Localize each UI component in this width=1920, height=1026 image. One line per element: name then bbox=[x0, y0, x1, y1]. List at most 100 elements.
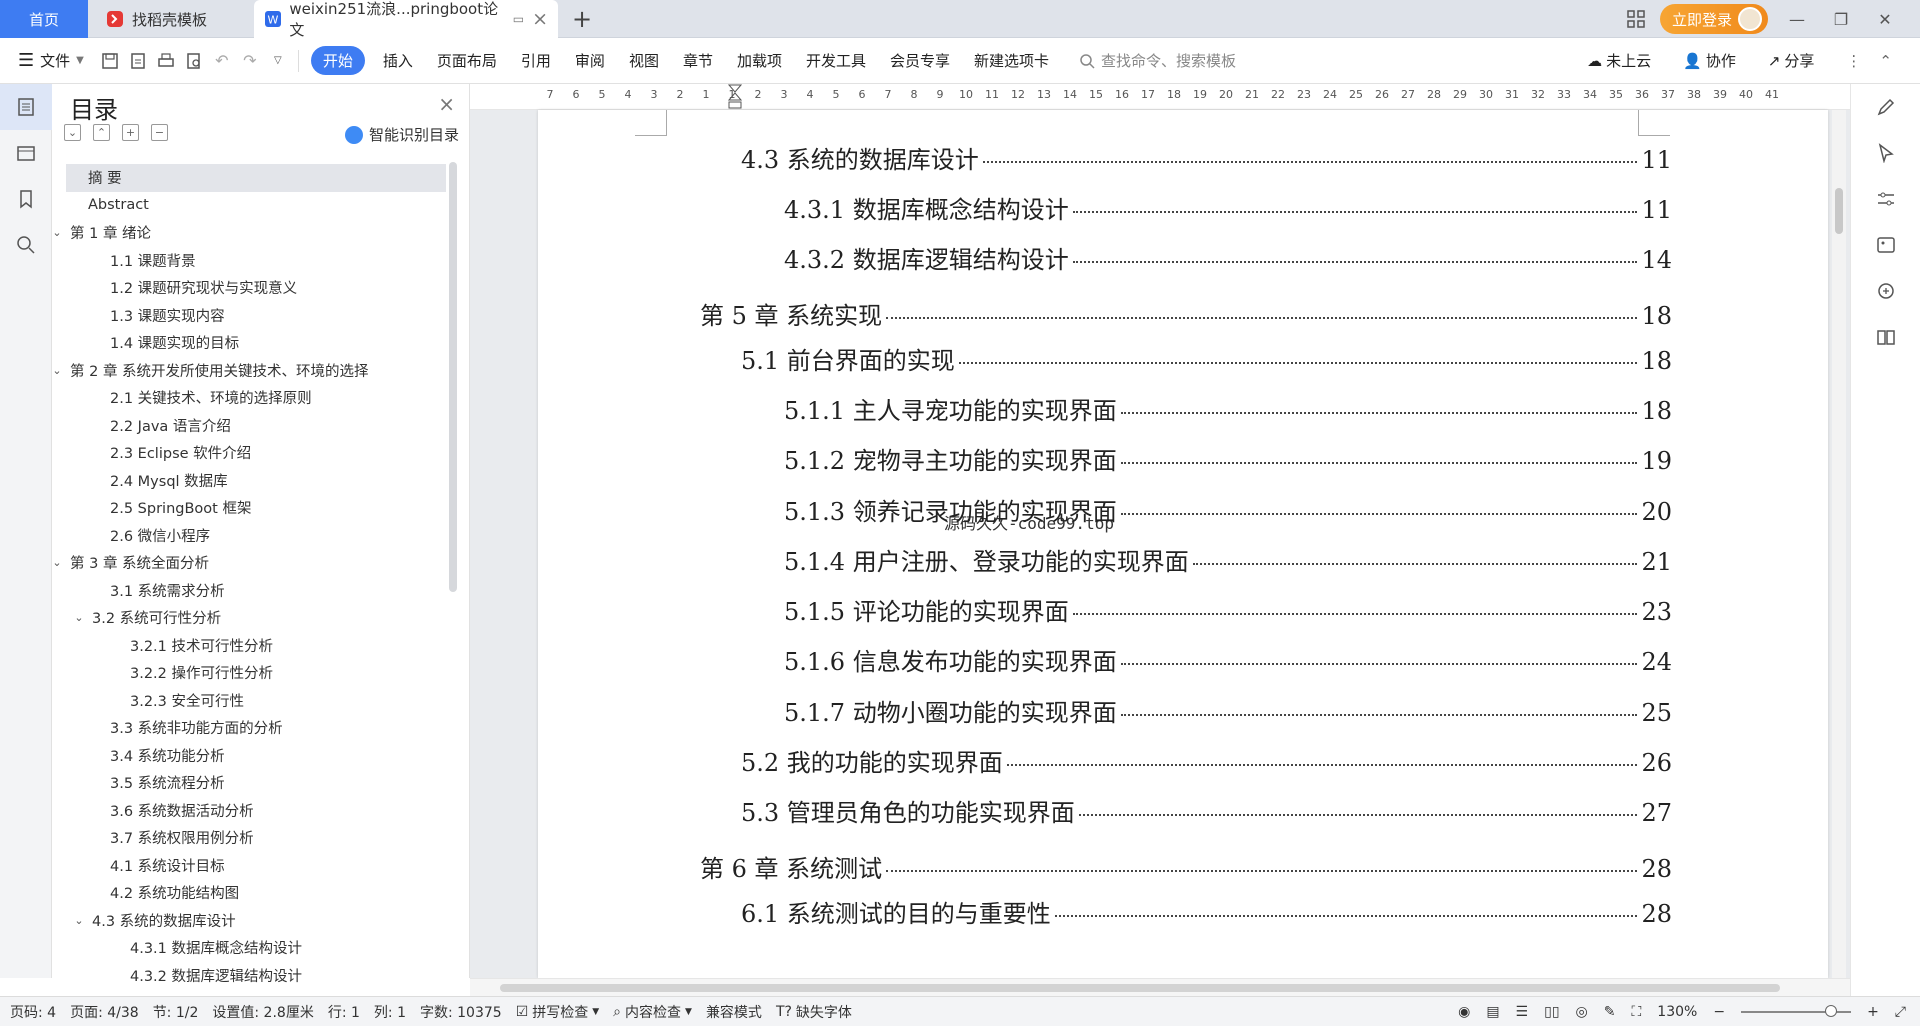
toc-entry[interactable]: 5.1.7 动物小圈功能的实现界面 25 bbox=[784, 693, 1672, 728]
outline-item[interactable]: ⌄ 3.2 系统可行性分析 bbox=[66, 604, 446, 632]
expand-down-icon[interactable]: ⌄ bbox=[64, 124, 81, 141]
login-button[interactable]: 立即登录 bbox=[1659, 4, 1768, 34]
undo-icon[interactable]: ↶ bbox=[208, 47, 236, 75]
outline-item[interactable]: 摘 要 bbox=[66, 164, 446, 192]
menu-new-tab[interactable]: 新建选项卡 bbox=[962, 50, 1061, 71]
outline-item[interactable]: 1.3 课题实现内容 bbox=[66, 302, 446, 330]
expand-chevron-icon[interactable]: ⌄ bbox=[48, 556, 66, 569]
expand-chevron-icon[interactable]: ⌄ bbox=[48, 364, 66, 377]
status-setting[interactable]: 设置值: 2.8厘米 bbox=[212, 1002, 313, 1022]
menu-addins[interactable]: 加载项 bbox=[725, 50, 794, 71]
outline-item[interactable]: 4.3.1 数据库概念结构设计 bbox=[66, 934, 446, 962]
toc-entry[interactable]: 5.1 前台界面的实现 18 bbox=[741, 341, 1672, 376]
menu-insert[interactable]: 插入 bbox=[371, 50, 425, 71]
outline-item[interactable]: ⌄ 第 1 章 绪论 bbox=[52, 219, 446, 247]
select-cursor-icon[interactable] bbox=[1851, 130, 1920, 176]
vertical-scrollbar[interactable] bbox=[1832, 110, 1846, 978]
print-icon[interactable] bbox=[152, 47, 180, 75]
zoom-slider-knob[interactable] bbox=[1825, 1004, 1838, 1017]
expand-chevron-icon[interactable]: ⌄ bbox=[70, 914, 88, 927]
outline-item[interactable]: 3.5 系统流程分析 bbox=[66, 769, 446, 797]
fit-page-icon[interactable]: ⛶ bbox=[1631, 1004, 1641, 1020]
menu-review[interactable]: 审阅 bbox=[563, 50, 617, 71]
outline-item[interactable]: 2.5 SpringBoot 框架 bbox=[66, 494, 446, 522]
outline-item[interactable]: 3.3 系统非功能方面的分析 bbox=[66, 714, 446, 742]
toc-entry[interactable]: 5.3 管理员角色的功能实现界面 27 bbox=[741, 793, 1672, 828]
toc-entry[interactable]: 第 6 章 系统测试 28 bbox=[700, 849, 1672, 884]
outline-nav-icon[interactable] bbox=[0, 84, 52, 130]
new-tab-icon[interactable]: + bbox=[572, 5, 592, 33]
share-button[interactable]: ↗ 分享 bbox=[1768, 50, 1815, 71]
outline-item[interactable]: 3.2.2 操作可行性分析 bbox=[66, 659, 446, 687]
cloud-status[interactable]: ☁ 未上云 bbox=[1587, 50, 1651, 71]
compat-mode[interactable]: 兼容模式 bbox=[706, 1002, 762, 1022]
outline-item[interactable]: 3.2.3 安全可行性 bbox=[66, 687, 446, 715]
toc-entry[interactable]: 第 5 章 系统实现 18 bbox=[700, 296, 1672, 331]
redo-icon[interactable]: ↷ bbox=[236, 47, 264, 75]
add-heading-icon[interactable]: + bbox=[122, 124, 139, 141]
outline-item[interactable]: 4.1 系统设计目标 bbox=[66, 852, 446, 880]
outline-item[interactable]: 2.3 Eclipse 软件介绍 bbox=[66, 439, 446, 467]
collapse-ribbon-icon[interactable]: ⌃ bbox=[1879, 52, 1892, 70]
outline-item[interactable]: ⌄ 4.3 系统的数据库设计 bbox=[66, 907, 446, 935]
expand-chevron-icon[interactable]: ⌄ bbox=[48, 226, 66, 239]
menu-page-layout[interactable]: 页面布局 bbox=[425, 50, 509, 71]
ai-assistant-icon[interactable] bbox=[1851, 268, 1920, 314]
outline-item[interactable]: 1.4 课题实现的目标 bbox=[66, 329, 446, 357]
status-row[interactable]: 行: 1 bbox=[328, 1002, 360, 1022]
toc-entry[interactable]: 5.1.5 评论功能的实现界面 23 bbox=[784, 592, 1672, 627]
save-icon[interactable] bbox=[96, 47, 124, 75]
toc-entry[interactable]: 6.1 系统测试的目的与重要性 28 bbox=[741, 894, 1672, 929]
outline-view-icon[interactable]: ☰ bbox=[1516, 1004, 1529, 1020]
outline-item[interactable]: Abstract bbox=[66, 192, 446, 220]
page-view-icon[interactable]: ▤ bbox=[1486, 1004, 1499, 1020]
tab-home[interactable]: 首页 bbox=[0, 0, 88, 38]
remove-heading-icon[interactable]: − bbox=[151, 124, 168, 141]
toc-entry[interactable]: 5.1.2 宠物寻主功能的实现界面 19 bbox=[784, 441, 1672, 476]
fullscreen-icon[interactable]: ⤢ bbox=[1895, 1004, 1906, 1020]
file-menu[interactable]: ☰ 文件 ▼ bbox=[0, 50, 96, 71]
outline-item[interactable]: 3.7 系统权限用例分析 bbox=[66, 824, 446, 852]
smart-toc-button[interactable]: 智能识别目录 bbox=[344, 124, 459, 145]
document-page[interactable]: 源码久久-code99.top 4.3 系统的数据库设计 11 4.3.1 数据库概… bbox=[538, 110, 1828, 978]
reading-icon[interactable] bbox=[1851, 314, 1920, 360]
status-page-number[interactable]: 页码: 4 bbox=[10, 1002, 56, 1022]
window-close-icon[interactable]: ✕ bbox=[1870, 10, 1900, 29]
more-icon[interactable]: ⋮ bbox=[1846, 52, 1861, 70]
read-view-icon[interactable]: ▯▯ bbox=[1544, 1004, 1559, 1020]
status-word-count[interactable]: 字数: 10375 bbox=[420, 1002, 502, 1022]
menu-section[interactable]: 章节 bbox=[671, 50, 725, 71]
status-col[interactable]: 列: 1 bbox=[374, 1002, 406, 1022]
toc-entry[interactable]: 5.1.3 领养记录功能的实现界面 20 bbox=[784, 492, 1672, 527]
horizontal-scrollbar[interactable] bbox=[470, 978, 1850, 996]
close-icon[interactable]: × bbox=[438, 92, 455, 116]
outline-item[interactable]: ⌄ 第 2 章 系统开发所使用关键技术、环境的选择 bbox=[52, 357, 446, 385]
web-view-icon[interactable]: ◎ bbox=[1576, 1004, 1588, 1020]
print-preview-icon[interactable] bbox=[180, 47, 208, 75]
zoom-level[interactable]: 130% bbox=[1657, 1004, 1697, 1020]
outline-item[interactable]: ⌄ 第 3 章 系统全面分析 bbox=[52, 549, 446, 577]
outline-item[interactable]: 3.2.1 技术可行性分析 bbox=[66, 632, 446, 660]
spell-check-button[interactable]: ☑ 拼写检查 ▼ bbox=[516, 1002, 599, 1022]
content-check-button[interactable]: ⌕ 内容检查 ▼ bbox=[613, 1002, 692, 1022]
bookmark-icon[interactable] bbox=[0, 176, 52, 222]
status-section[interactable]: 节: 1/2 bbox=[153, 1002, 199, 1022]
outline-item[interactable]: 3.4 系统功能分析 bbox=[66, 742, 446, 770]
restore-icon[interactable]: ❐ bbox=[1826, 10, 1856, 29]
minimize-icon[interactable]: — bbox=[1782, 10, 1812, 29]
image-tool-icon[interactable] bbox=[1851, 222, 1920, 268]
menu-home[interactable]: 开始 bbox=[310, 46, 365, 75]
outline-item[interactable]: 1.1 课题背景 bbox=[66, 247, 446, 275]
missing-font-button[interactable]: T? 缺失字体 bbox=[776, 1002, 852, 1022]
outline-item[interactable]: 3.6 系统数据活动分析 bbox=[66, 797, 446, 825]
close-icon[interactable]: × bbox=[532, 8, 548, 30]
toc-entry[interactable]: 4.3.1 数据库概念结构设计 11 bbox=[784, 190, 1672, 225]
vertical-scroll-thumb[interactable] bbox=[1835, 188, 1843, 234]
outline-item[interactable]: 2.6 微信小程序 bbox=[66, 522, 446, 550]
toc-entry[interactable]: 5.1.4 用户注册、登录功能的实现界面 21 bbox=[784, 542, 1672, 577]
collapse-up-icon[interactable]: ⌃ bbox=[93, 124, 110, 141]
status-pages[interactable]: 页面: 4/38 bbox=[70, 1002, 139, 1022]
export-pdf-icon[interactable] bbox=[124, 47, 152, 75]
menu-view[interactable]: 视图 bbox=[617, 50, 671, 71]
tab-template[interactable]: 找稻壳模板 bbox=[96, 0, 250, 38]
